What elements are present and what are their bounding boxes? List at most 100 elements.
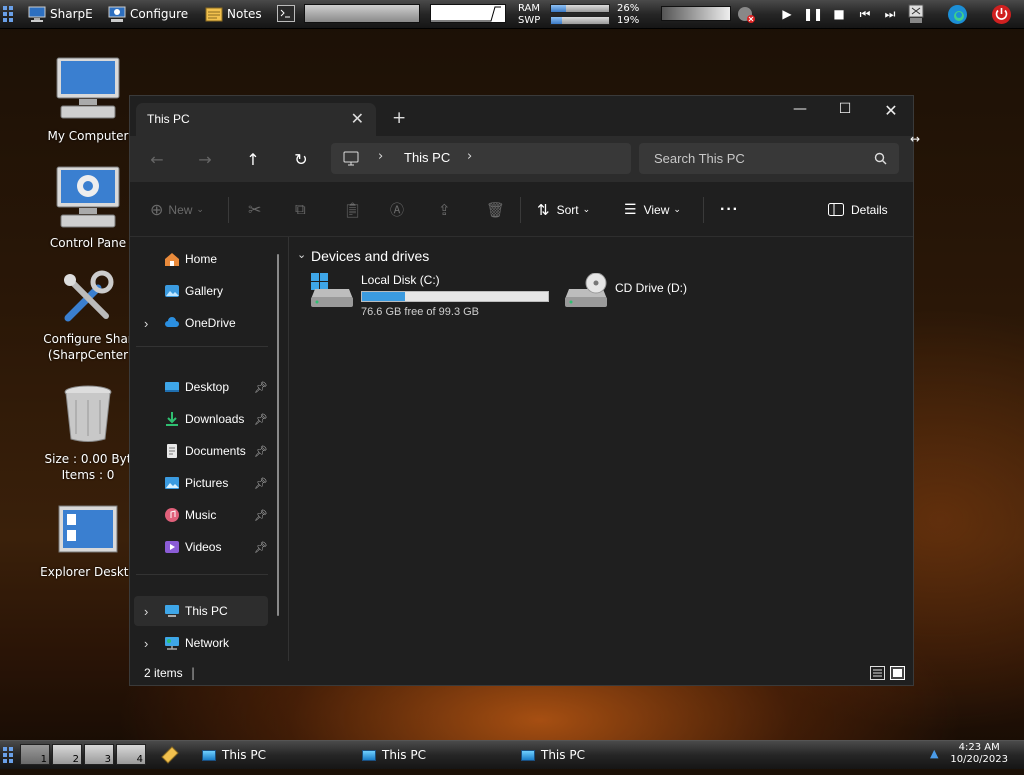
previous-icon[interactable]: ⏮ — [857, 6, 873, 22]
trash-bin-icon — [64, 385, 112, 442]
task-preview-field[interactable] — [304, 4, 420, 23]
delete-icon[interactable]: 🗑︎ — [486, 182, 505, 237]
sort-button[interactable]: ⇅ Sort ⌄ — [537, 182, 590, 237]
play-icon[interactable]: ▶ — [779, 6, 795, 22]
search-icon[interactable] — [874, 152, 887, 165]
address-bar[interactable]: › This PC › — [331, 143, 631, 174]
chevron-right-icon[interactable]: › — [378, 149, 383, 164]
task-this-pc-2[interactable]: This PC — [362, 741, 426, 769]
sidebar-item-onedrive[interactable]: › OneDrive — [134, 308, 268, 338]
sort-label: Sort — [556, 202, 579, 217]
cut-icon[interactable]: ✂ — [248, 182, 261, 237]
content-area: ⌄ Devices and drives Local Disk (C:) 76.… — [289, 237, 913, 667]
up-icon[interactable]: ↑ — [242, 148, 264, 170]
plus-circle-icon: ⊕ — [150, 201, 164, 219]
sidebar-item-this-pc[interactable]: › This PC — [134, 596, 268, 626]
share-icon[interactable]: ⇪ — [438, 182, 451, 237]
monitor-gear-icon — [108, 6, 126, 22]
minimize-icon[interactable]: — — [777, 101, 823, 117]
close-window-icon[interactable]: ✕ — [868, 101, 914, 120]
workspace-1[interactable]: 1 — [20, 744, 50, 765]
pin-icon[interactable]: 📌︎ — [254, 445, 268, 458]
drive-tile-c[interactable]: Local Disk (C:) 76.6 GB free of 99.3 GB — [309, 273, 549, 323]
chevron-right-icon[interactable]: › — [144, 604, 148, 619]
new-tab-icon[interactable]: + — [392, 108, 406, 128]
new-button[interactable]: ⊕ New ⌄ — [150, 182, 204, 237]
sidebar-item-documents[interactable]: Documents 📌︎ — [134, 436, 268, 466]
new-label: New — [168, 202, 193, 217]
sidebar-scrollbar[interactable] — [277, 254, 279, 616]
status-separator: | — [191, 666, 196, 680]
view-button[interactable]: ☰ View ⌄ — [624, 182, 681, 237]
sidebar-item-gallery[interactable]: Gallery — [134, 276, 268, 306]
sidebar-item-desktop[interactable]: Desktop 📌︎ — [134, 372, 268, 402]
workspace-number: 4 — [136, 754, 143, 765]
sidebar-item-music[interactable]: Music 📌︎ — [134, 500, 268, 530]
menu-grip-icon[interactable] — [3, 747, 13, 763]
sidebar-item-network[interactable]: › Network — [134, 628, 268, 658]
paste-icon[interactable]: 📋︎ — [343, 182, 362, 237]
sidebar-item-pictures[interactable]: Pictures 📌︎ — [134, 468, 268, 498]
stop-icon[interactable]: ■ — [831, 6, 847, 22]
workspace-4[interactable]: 4 — [116, 744, 146, 765]
cd-drive-icon — [565, 273, 607, 307]
chevron-right-icon[interactable]: › — [144, 636, 148, 651]
workspace-number: 1 — [40, 754, 47, 765]
network-tray-icon[interactable] — [907, 4, 925, 24]
volume-muted-icon[interactable] — [737, 6, 755, 23]
swap-label: SWP — [518, 15, 541, 26]
clock[interactable]: 4:23 AM 10/20/2023 — [950, 742, 1008, 766]
refresh-icon[interactable]: ↻ — [290, 148, 312, 170]
pin-icon[interactable]: 📌︎ — [254, 541, 268, 554]
tools-icon — [64, 270, 114, 322]
section-title[interactable]: Devices and drives — [311, 248, 429, 264]
pin-icon[interactable]: 📌︎ — [254, 477, 268, 490]
address-crumb-this-pc[interactable]: This PC — [404, 150, 450, 165]
volume-slider[interactable] — [661, 6, 731, 21]
forward-icon[interactable]: → — [194, 148, 216, 170]
large-icons-view-icon[interactable] — [890, 666, 905, 680]
tray-expand-icon[interactable]: ▲ — [930, 747, 938, 760]
details-button[interactable]: Details — [828, 182, 888, 237]
next-icon[interactable]: ⏭ — [882, 6, 898, 22]
notes-app-button[interactable]: Notes — [205, 0, 262, 28]
chevron-right-icon[interactable]: › — [467, 149, 472, 164]
close-tab-icon[interactable]: ✕ — [351, 109, 364, 128]
sharpe-app-button[interactable]: SharpE — [28, 0, 93, 28]
chevron-down-icon: ⌄ — [196, 204, 204, 214]
sidebar-item-home[interactable]: Home — [134, 244, 268, 274]
edge-browser-icon[interactable] — [947, 4, 968, 25]
drive-tile-d[interactable]: CD Drive (D:) — [563, 273, 723, 313]
configure-app-button[interactable]: Configure — [108, 0, 188, 28]
terminal-icon[interactable] — [277, 5, 295, 22]
chevron-down-icon[interactable]: ⌄ — [297, 248, 306, 261]
rename-icon[interactable]: Ⓐ — [390, 182, 404, 237]
menu-grip-icon[interactable] — [3, 6, 13, 22]
tab-this-pc[interactable]: This PC ✕ — [136, 103, 376, 136]
details-view-icon[interactable] — [870, 666, 885, 680]
swap-meter-fill — [551, 17, 563, 24]
pin-icon[interactable]: 📌︎ — [254, 413, 268, 426]
pin-icon[interactable]: 📌︎ — [254, 509, 268, 522]
search-input[interactable]: Search This PC — [654, 151, 745, 166]
more-options-icon[interactable]: ··· — [720, 182, 739, 237]
sidebar-item-videos[interactable]: Videos 📌︎ — [134, 532, 268, 562]
notes-icon[interactable] — [160, 745, 180, 765]
this-pc-icon — [202, 749, 216, 761]
copy-icon[interactable]: ⧉ — [295, 182, 306, 237]
task-this-pc-1[interactable]: This PC — [202, 741, 266, 769]
tab-bar: This PC ✕ + — ☐ ✕ — [130, 96, 913, 136]
back-icon[interactable]: ← — [146, 148, 168, 170]
chevron-right-icon[interactable]: › — [144, 316, 148, 331]
search-box[interactable]: Search This PC — [639, 143, 899, 174]
this-pc-icon — [362, 749, 376, 761]
workspace-3[interactable]: 3 — [84, 744, 114, 765]
pin-icon[interactable]: 📌︎ — [254, 381, 268, 394]
maximize-icon[interactable]: ☐ — [822, 101, 868, 117]
pause-icon[interactable]: ❚❚ — [803, 6, 823, 22]
task-this-pc-3[interactable]: This PC — [521, 741, 585, 769]
workspace-2[interactable]: 2 — [52, 744, 82, 765]
notes-label: Notes — [227, 7, 262, 21]
sidebar-item-downloads[interactable]: Downloads 📌︎ — [134, 404, 268, 434]
power-icon[interactable] — [991, 4, 1012, 25]
